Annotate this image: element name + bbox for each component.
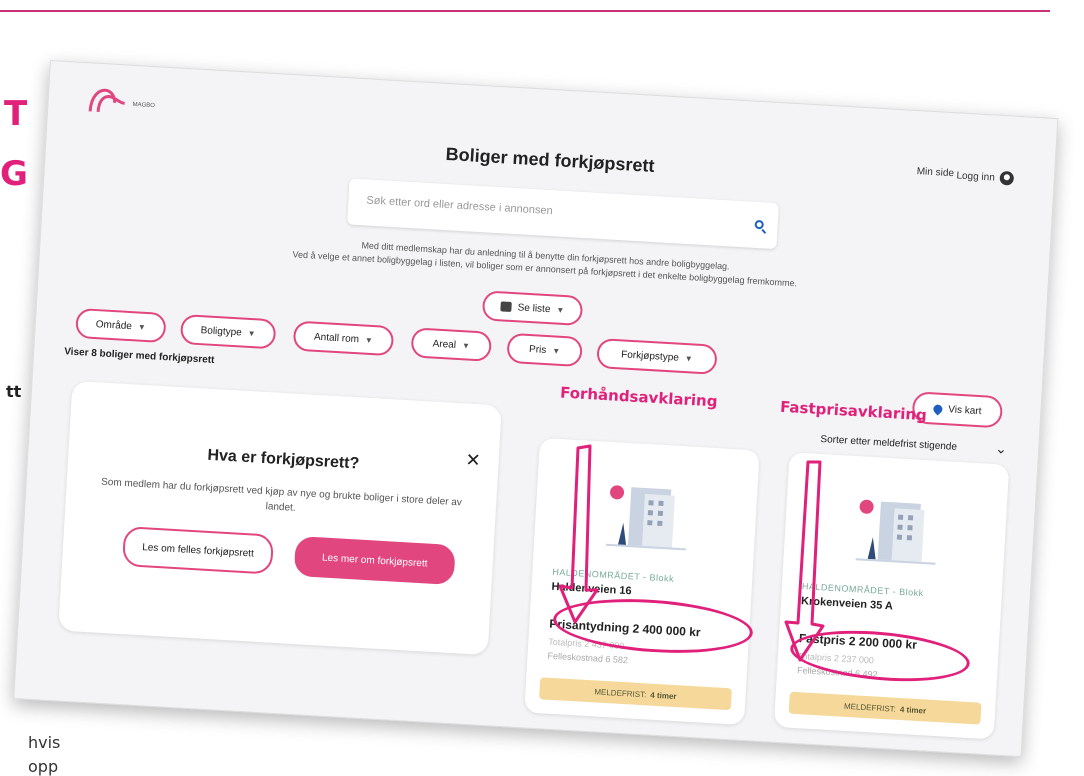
arrow-down-icon <box>558 444 599 624</box>
arrow-down-icon <box>784 460 825 662</box>
